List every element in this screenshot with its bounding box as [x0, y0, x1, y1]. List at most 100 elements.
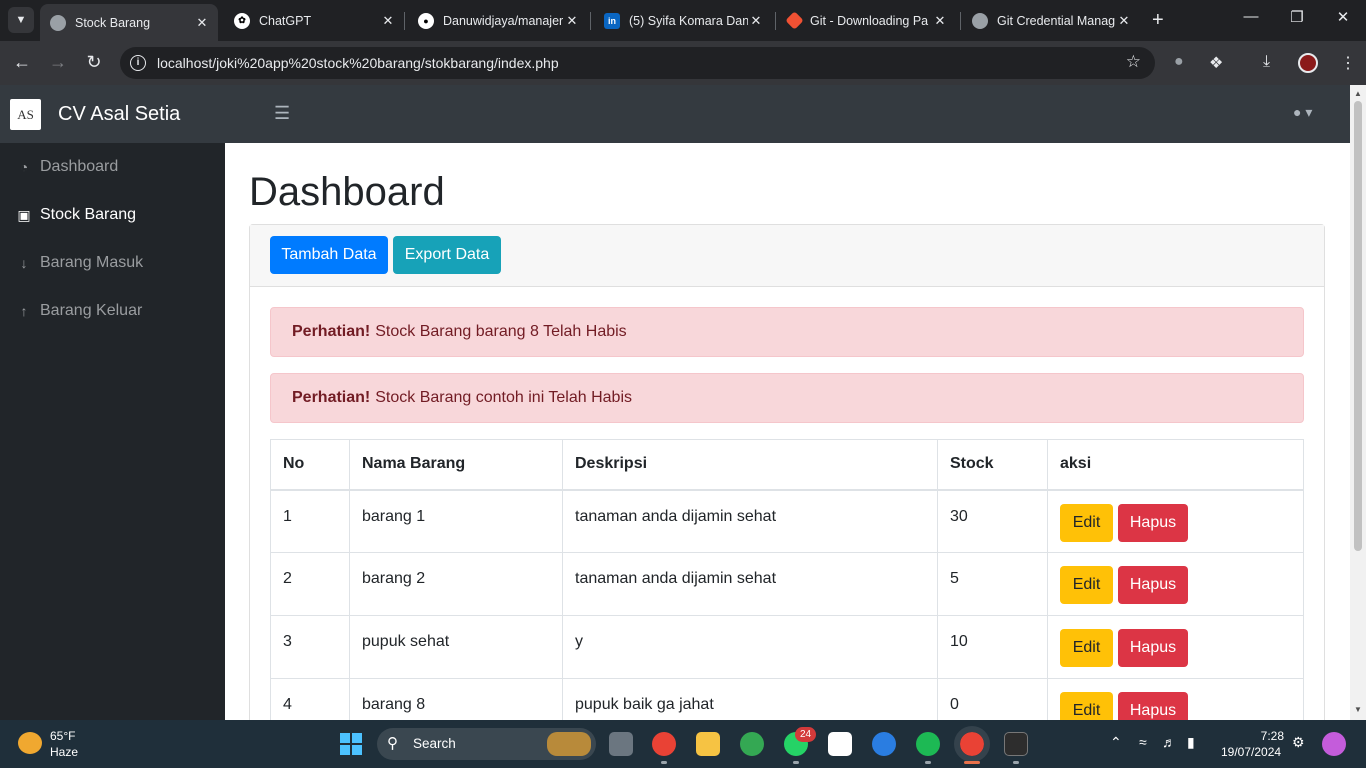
chrome-icon[interactable]: [652, 732, 676, 756]
window-close-icon[interactable]: ✕: [1320, 8, 1366, 26]
sidebar-item-dashboard[interactable]: ◔ Dashboard: [16, 155, 119, 179]
user-dropdown[interactable]: ● ▾: [1293, 104, 1312, 121]
cell-aksi: Edit Hapus: [1047, 552, 1304, 616]
cell-nama: barang 2: [349, 552, 563, 616]
tab-chatgpt[interactable]: ✿ ChatGPT ✕: [224, 0, 404, 41]
add-data-button[interactable]: Tambah Data: [270, 236, 388, 274]
forward-arrow-icon[interactable]: →: [47, 52, 69, 73]
scroll-up-icon[interactable]: ▲: [1354, 89, 1362, 98]
task-view-icon[interactable]: [609, 732, 633, 756]
chevron-up-icon[interactable]: ⌃: [1110, 734, 1122, 751]
table-row: 3 pupuk sehat y 10 Edit Hapus: [270, 615, 1304, 679]
tab-title: (5) Syifa Komara Danu: [629, 13, 748, 28]
tab-stock-barang[interactable]: Stock Barang ✕: [40, 4, 218, 41]
download-icon[interactable]: ⤓: [1263, 53, 1270, 71]
weather-description[interactable]: Haze: [50, 745, 78, 759]
tab-search-button[interactable]: ▼: [8, 7, 34, 33]
canva-icon[interactable]: [872, 732, 896, 756]
sidebar-item-barang-keluar[interactable]: ↑ Barang Keluar: [16, 299, 143, 323]
close-icon[interactable]: ✕: [564, 13, 580, 29]
minimize-icon[interactable]: —: [1228, 8, 1274, 25]
page-title: Dashboard: [249, 170, 445, 214]
tab-title: Git - Downloading Pa: [810, 13, 929, 28]
brand-name[interactable]: CV Asal Setia: [58, 103, 180, 126]
alert-strong: Perhatian!: [292, 323, 371, 340]
search-highlight-image: [547, 732, 591, 756]
close-icon[interactable]: ✕: [380, 13, 396, 29]
puzzle-icon[interactable]: ❖: [1209, 53, 1223, 73]
spotify-icon[interactable]: [916, 732, 940, 756]
copilot-icon[interactable]: [1322, 732, 1346, 756]
weather-temperature[interactable]: 65°F: [50, 729, 75, 743]
back-arrow-icon[interactable]: ←: [11, 52, 33, 73]
volume-icon[interactable]: ♬: [1162, 734, 1176, 750]
file-explorer-icon[interactable]: [696, 732, 720, 756]
terminal-icon[interactable]: [1004, 732, 1028, 756]
delete-button[interactable]: Hapus: [1118, 629, 1188, 667]
cell-aksi: Edit Hapus: [1047, 615, 1304, 679]
kebab-menu-icon[interactable]: ⋮: [1340, 53, 1356, 73]
restore-icon[interactable]: ❐: [1274, 8, 1320, 26]
reload-icon[interactable]: ↻: [83, 52, 105, 73]
profile-avatar[interactable]: [1298, 53, 1318, 73]
table-row: 1 barang 1 tanaman anda dijamin sehat 30…: [270, 489, 1304, 553]
cell-stock: 5: [937, 552, 1048, 616]
windows-start-icon[interactable]: [340, 733, 362, 755]
sidebar-item-barang-masuk[interactable]: ↓ Barang Masuk: [16, 251, 144, 275]
tab-separator: [775, 12, 776, 30]
column-header-deskripsi: Deskripsi: [562, 439, 938, 491]
new-tab-icon[interactable]: +: [1152, 9, 1164, 32]
delete-button[interactable]: Hapus: [1118, 566, 1188, 604]
extension-robot-icon[interactable]: ●: [1174, 53, 1184, 71]
tab-separator: [590, 12, 591, 30]
running-indicator: [661, 761, 667, 764]
scroll-thumb[interactable]: [1354, 101, 1362, 551]
clock-time[interactable]: 7:28: [1260, 729, 1284, 743]
chrome-profile-icon[interactable]: [740, 732, 764, 756]
web-page: AS CV Asal Setia ☰ ● ▾ ◔ Dashboard ▣ Sto…: [0, 85, 1350, 720]
battery-icon[interactable]: ▮: [1187, 734, 1195, 751]
tab-title: Stock Barang: [75, 15, 151, 30]
delete-button[interactable]: Hapus: [1118, 692, 1188, 720]
sidebar-item-label: Stock Barang: [40, 206, 137, 223]
notion-icon[interactable]: [828, 732, 852, 756]
close-icon[interactable]: ✕: [932, 13, 948, 29]
scroll-down-icon[interactable]: ▼: [1354, 705, 1362, 714]
url-text[interactable]: localhost/joki%20app%20stock%20barang/st…: [157, 55, 559, 71]
tab-github[interactable]: ● Danuwidjaya/manajer ✕: [408, 0, 588, 41]
weather-haze-icon[interactable]: [18, 732, 42, 754]
cell-nama: barang 8: [349, 678, 563, 720]
taskbar-search[interactable]: ⚲ Search: [377, 728, 596, 760]
cell-nama: barang 1: [349, 489, 563, 553]
cell-aksi: Edit Hapus: [1047, 489, 1304, 553]
chrome-active-icon[interactable]: [954, 726, 990, 762]
sidebar-item-stock-barang[interactable]: ▣ Stock Barang: [16, 203, 136, 227]
stock-table: No Nama Barang Deskripsi Stock aksi 1 ba…: [270, 439, 1304, 720]
tab-separator: [404, 12, 405, 30]
hamburger-menu-icon[interactable]: ☰: [274, 103, 290, 124]
clock-date[interactable]: 19/07/2024: [1221, 745, 1281, 759]
site-info-icon[interactable]: i: [130, 55, 146, 71]
cell-deskripsi: pupuk baik ga jahat: [562, 678, 938, 720]
close-icon[interactable]: ✕: [1116, 13, 1132, 29]
tab-git-download[interactable]: Git - Downloading Pa ✕: [778, 0, 956, 41]
close-icon[interactable]: ✕: [748, 13, 764, 29]
sidebar-item-label: Dashboard: [40, 158, 119, 175]
delete-button[interactable]: Hapus: [1118, 503, 1188, 542]
bookmark-star-icon[interactable]: ☆: [1126, 52, 1141, 72]
stock-card: Tambah Data Export Data Perhatian! Stock…: [249, 224, 1325, 720]
cell-deskripsi: tanaman anda dijamin sehat: [562, 552, 938, 616]
edit-button[interactable]: Edit: [1060, 503, 1113, 542]
globe-icon: [50, 14, 66, 31]
tab-linkedin[interactable]: in (5) Syifa Komara Danu ✕: [594, 0, 772, 41]
edit-button[interactable]: Edit: [1060, 629, 1113, 667]
settings-gear-icon[interactable]: ⚙: [1292, 734, 1305, 751]
edit-button[interactable]: Edit: [1060, 566, 1113, 604]
page-scrollbar[interactable]: ▲ ▼: [1350, 85, 1366, 720]
export-data-button[interactable]: Export Data: [393, 236, 501, 274]
tab-git-credential[interactable]: Git Credential Manag ✕: [962, 0, 1140, 41]
url-bar[interactable]: i localhost/joki%20app%20stock%20barang/…: [120, 47, 1155, 79]
wifi-icon[interactable]: ≈: [1139, 734, 1147, 750]
edit-button[interactable]: Edit: [1060, 692, 1113, 720]
close-icon[interactable]: ✕: [194, 15, 210, 31]
